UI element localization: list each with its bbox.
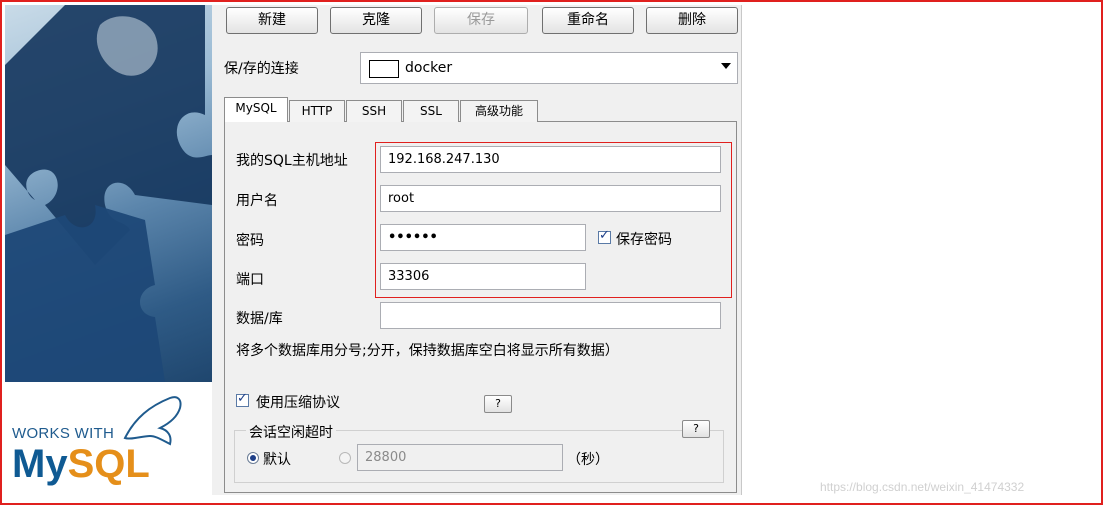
delete-button[interactable]: 删除 — [646, 7, 738, 34]
saved-connection-dropdown[interactable]: docker — [360, 52, 738, 84]
compression-help-button[interactable]: ? — [484, 395, 512, 413]
tab-http[interactable]: HTTP — [289, 100, 345, 122]
password-label: 密码 — [236, 233, 264, 249]
mysql-logo-sql: SQL — [67, 442, 150, 486]
host-label: 我的SQL主机地址 — [236, 153, 348, 169]
works-with-text: WORKS WITH — [12, 425, 115, 442]
clone-button[interactable]: 克隆 — [330, 7, 422, 34]
compression-checkbox[interactable] — [236, 391, 249, 407]
custom-timeout-radio[interactable] — [339, 452, 351, 464]
connection-color-swatch — [369, 60, 399, 78]
tab-ssl[interactable]: SSL — [403, 100, 459, 122]
saved-connection-label: 保/存的连接 — [224, 61, 299, 77]
mysql-logo: MySQL — [12, 442, 150, 486]
database-hint: 将多个数据库用分号;分开，保持数据库空白将显示所有数据） — [236, 343, 619, 359]
tab-ssh[interactable]: SSH — [346, 100, 402, 122]
watermark-text: https://blog.csdn.net/weixin_41474332 — [820, 480, 1025, 494]
compression-label: 使用压缩协议 — [256, 395, 340, 411]
puzzle-pieces-illustration — [5, 5, 212, 382]
database-label: 数据/库 — [236, 311, 283, 327]
tab-mysql[interactable]: MySQL — [224, 97, 288, 122]
highlight-box — [375, 142, 732, 298]
new-button[interactable]: 新建 — [226, 7, 318, 34]
mysql-logo-my: My — [12, 442, 68, 486]
puzzle-image — [5, 5, 212, 382]
default-timeout-radio[interactable] — [247, 452, 259, 464]
port-label: 端口 — [236, 272, 264, 288]
seconds-label: （秒） — [567, 452, 609, 468]
tab-advanced[interactable]: 高级功能 — [460, 100, 538, 122]
session-timeout-help-button[interactable]: ? — [682, 420, 710, 438]
timeout-input[interactable]: 28800 — [357, 444, 563, 471]
database-input[interactable] — [380, 302, 721, 329]
session-timeout-label: 会话空闲超时 — [246, 422, 336, 442]
username-label: 用户名 — [236, 193, 278, 209]
save-button[interactable]: 保存 — [434, 7, 528, 34]
rename-button[interactable]: 重命名 — [542, 7, 634, 34]
default-timeout-label: 默认 — [263, 452, 291, 468]
chevron-down-icon — [721, 63, 731, 69]
saved-connection-value: docker — [405, 60, 453, 76]
dolphin-icon — [123, 396, 182, 446]
